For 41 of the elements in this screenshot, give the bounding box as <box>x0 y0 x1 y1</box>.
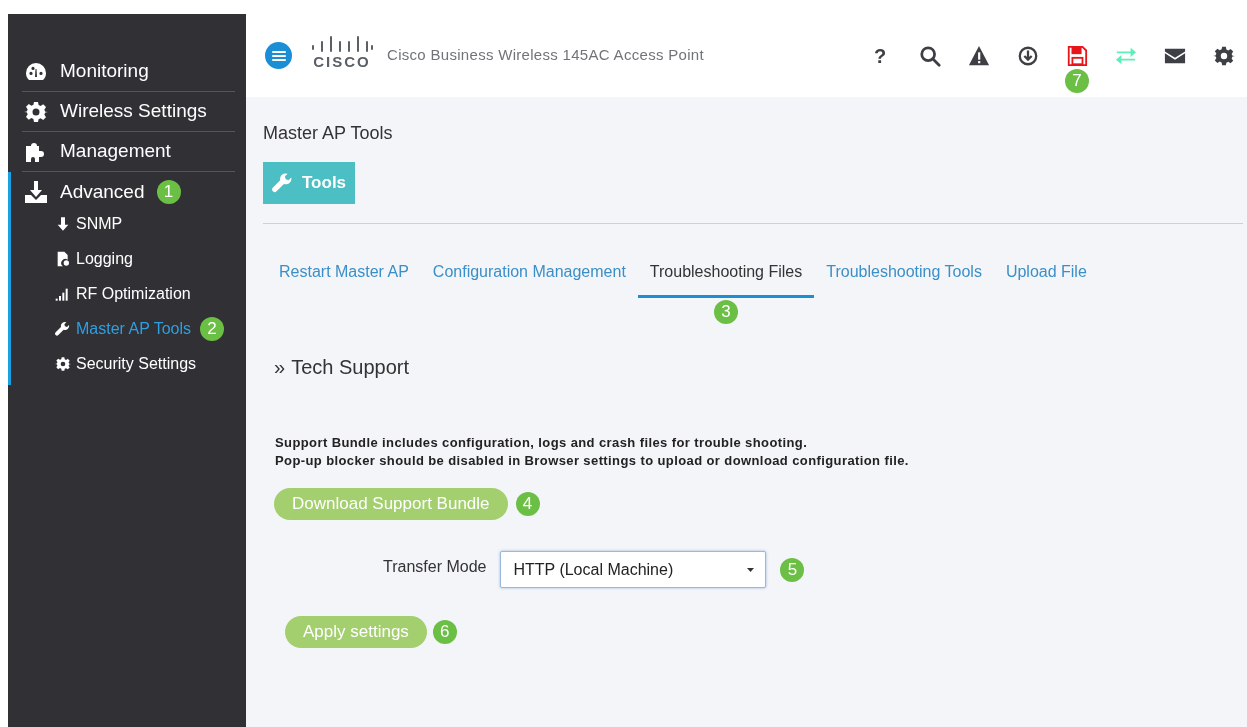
menu-icon[interactable] <box>265 42 292 69</box>
page-title: Master AP Tools <box>263 122 394 145</box>
transfer-mode-dropdown[interactable]: HTTP (Local Machine) <box>500 551 767 588</box>
sidebar-subitem[interactable]: Security Settings <box>76 351 197 376</box>
wrench-icon <box>272 172 294 194</box>
gear-icon <box>24 99 48 124</box>
help-button[interactable]: ? <box>868 43 892 68</box>
tab[interactable]: Troubleshooting Files <box>637 260 815 298</box>
sidebar-item[interactable]: Wireless Settings <box>60 97 207 126</box>
sidebar-subitem[interactable]: Logging <box>76 246 133 271</box>
step-number-badge: 5 <box>780 557 805 582</box>
section-title: Tech Support <box>291 355 409 380</box>
step-number-badge: 1 <box>156 180 181 204</box>
search-icon[interactable] <box>919 44 941 67</box>
sidebar-subitem[interactable]: SNMP <box>76 211 123 236</box>
wrench-icon <box>55 320 71 337</box>
step-number-badge: 3 <box>714 300 739 324</box>
save-icon[interactable] <box>1066 44 1088 67</box>
field-label: Transfer Mode <box>383 556 487 577</box>
down-arrow-icon <box>55 215 71 232</box>
section-marker: » <box>274 355 286 380</box>
info-text: Support Bundle includes configuration, logs and crash files for trouble shooting. <box>275 434 809 452</box>
sidebar-subitem[interactable]: Master AP Tools <box>76 316 192 341</box>
document-icon <box>55 250 71 267</box>
step-number-badge: 7 <box>1065 68 1089 93</box>
settings-icon[interactable] <box>1213 44 1235 67</box>
step-number-badge: 6 <box>432 620 457 644</box>
step-number-badge: 4 <box>515 492 540 516</box>
gear-icon <box>55 355 71 372</box>
company-logo: CISCO <box>311 35 373 70</box>
tray-download-icon <box>24 180 48 204</box>
sidebar-item[interactable]: Management <box>60 137 171 166</box>
caret-icon <box>747 567 755 572</box>
app-title: Cisco Business Wireless 145AC Access Point <box>387 45 704 66</box>
warning-icon[interactable] <box>968 44 990 67</box>
info-text: Pop-up blocker should be disabled in Browser settings to upload or download configuration file. <box>275 452 910 470</box>
sidebar-item[interactable]: Monitoring <box>60 57 149 86</box>
sidebar-subitem[interactable]: RF Optimization <box>76 281 191 306</box>
sidebar-item[interactable]: Advanced <box>60 177 145 207</box>
download-circle-icon[interactable] <box>1017 44 1039 67</box>
step-number-badge: 2 <box>200 316 225 341</box>
